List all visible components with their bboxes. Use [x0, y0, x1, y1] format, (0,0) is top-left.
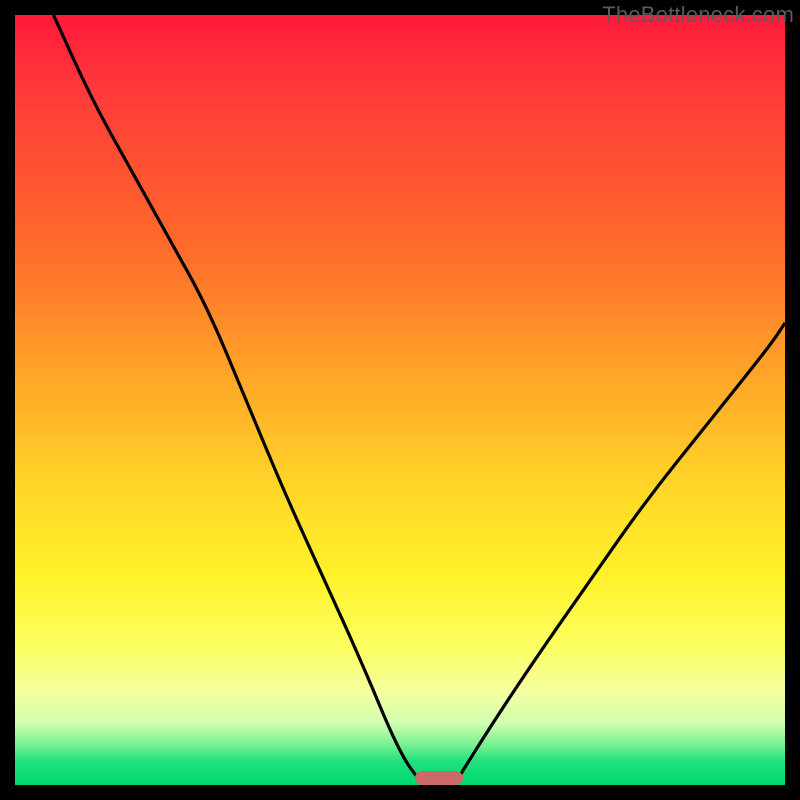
watermark-text: TheBottleneck.com: [602, 2, 794, 28]
chart-frame: [15, 15, 785, 785]
left-curve-path: [54, 15, 424, 785]
optimum-marker: [415, 771, 463, 785]
bottleneck-curve: [15, 15, 785, 785]
right-curve-path: [454, 323, 785, 785]
